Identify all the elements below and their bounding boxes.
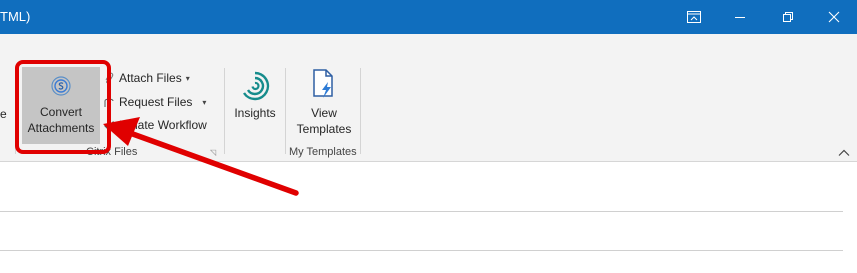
ribbon-separator bbox=[224, 68, 225, 154]
content-divider bbox=[0, 211, 843, 212]
ribbon-separator bbox=[360, 68, 361, 154]
view-templates-button[interactable]: View Templates bbox=[292, 68, 356, 140]
initiate-workflow-label: Initiate Workflow bbox=[119, 118, 207, 132]
ribbon-display-options-button[interactable] bbox=[671, 0, 717, 34]
view-templates-line1: View bbox=[311, 106, 337, 120]
collapse-ribbon-icon[interactable] bbox=[838, 149, 850, 157]
ribbon-separator bbox=[15, 68, 16, 154]
cut-off-ribbon-label: e bbox=[0, 107, 7, 121]
dropdown-caret-icon: ▾ bbox=[202, 97, 207, 107]
content-divider bbox=[0, 250, 843, 251]
ribbon-display-icon bbox=[687, 11, 701, 23]
attach-files-label: Attach Files bbox=[119, 71, 182, 85]
window-title: TML) bbox=[0, 9, 31, 24]
insights-label: Insights bbox=[234, 106, 276, 120]
insights-icon bbox=[242, 71, 270, 101]
dialog-launcher-icon[interactable]: ◹ bbox=[210, 148, 216, 157]
convert-label-line2: Attachments bbox=[27, 121, 95, 135]
checkmark-icon bbox=[102, 119, 116, 131]
insights-button[interactable]: Insights bbox=[230, 68, 280, 138]
request-icon bbox=[102, 96, 116, 108]
templates-icon bbox=[313, 69, 333, 98]
paperclip-icon bbox=[102, 71, 116, 85]
request-files-label: Request Files bbox=[119, 95, 193, 109]
request-files-button[interactable]: Request Files ▾ bbox=[102, 92, 206, 112]
convert-label-line1: Convert bbox=[39, 105, 83, 119]
citrix-files-group-label: Citrix Files bbox=[86, 146, 138, 158]
restore-button[interactable] bbox=[765, 0, 811, 34]
close-button[interactable] bbox=[811, 0, 857, 34]
convert-attachments-button[interactable]: Convert Attachments bbox=[22, 67, 100, 144]
view-templates-line2: Templates bbox=[296, 122, 352, 136]
ribbon-separator bbox=[285, 68, 286, 154]
restore-icon bbox=[783, 12, 793, 22]
initiate-workflow-button[interactable]: Initiate Workflow bbox=[102, 115, 207, 135]
citrix-share-icon bbox=[51, 76, 71, 96]
dropdown-caret-icon: ▾ bbox=[185, 73, 190, 83]
title-bar: TML) bbox=[0, 0, 857, 34]
close-icon bbox=[828, 11, 840, 23]
minimize-icon bbox=[735, 17, 745, 18]
attach-files-button[interactable]: Attach Files ▾ bbox=[102, 68, 190, 88]
my-templates-group-label: My Templates bbox=[289, 146, 357, 158]
minimize-button[interactable] bbox=[717, 0, 763, 34]
